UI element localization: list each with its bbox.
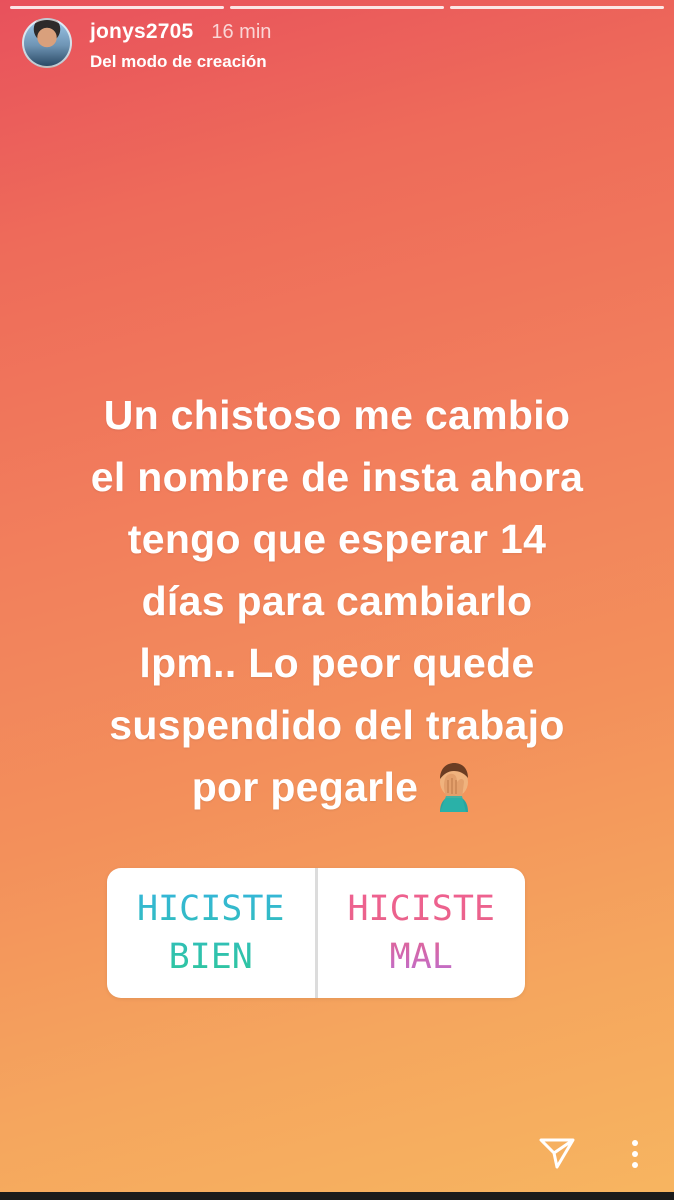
poll-option-b-line2: MAL [389,937,453,977]
message-line: tengo que esperar 14 [127,516,547,562]
send-icon[interactable] [538,1136,576,1170]
poll-sticker: HICISTE BIEN HICISTE MAL [107,868,525,998]
story-view[interactable]: jonys2705 16 min Del modo de creación Un… [0,0,674,1200]
message-line: el nombre de insta ahora [90,454,584,500]
message-line: Un chistoso me cambio [103,392,571,438]
poll-option-a-line1: HICISTE [136,889,285,929]
bottom-edge [0,1192,674,1200]
story-meta-top: jonys2705 16 min [90,20,271,44]
poll-option-a-label: HICISTE BIEN [137,885,285,981]
story-header: jonys2705 16 min Del modo de creación [22,18,271,72]
poll-option-a-line2: BIEN [168,937,253,977]
story-time: 16 min [211,21,272,43]
progress-segment [230,6,444,9]
more-options-icon[interactable] [624,1138,646,1170]
progress-segment [10,6,224,9]
message-line-last: por pegarle [20,756,654,818]
creation-mode-label: Del modo de creación [90,52,267,71]
poll-option-hiciste-bien[interactable]: HICISTE BIEN [107,868,315,998]
message-line: lpm.. Lo peor quede [139,640,535,686]
poll-option-hiciste-mal[interactable]: HICISTE MAL [318,868,526,998]
message-line: por pegarle [191,764,419,810]
facepalm-emoji-icon [440,763,469,813]
progress-segment [450,6,664,9]
story-message: Un chistoso me cambio el nombre de insta… [20,384,654,818]
message-line: suspendido del trabajo [109,702,565,748]
story-progress-bar [10,6,664,9]
message-line: días para cambiarlo [141,578,533,624]
poll-option-b-label: HICISTE MAL [347,885,495,981]
avatar[interactable] [22,18,72,68]
poll-option-b-line1: HICISTE [347,889,495,929]
story-meta: jonys2705 16 min Del modo de creación [90,18,271,72]
username[interactable]: jonys2705 [90,20,193,44]
